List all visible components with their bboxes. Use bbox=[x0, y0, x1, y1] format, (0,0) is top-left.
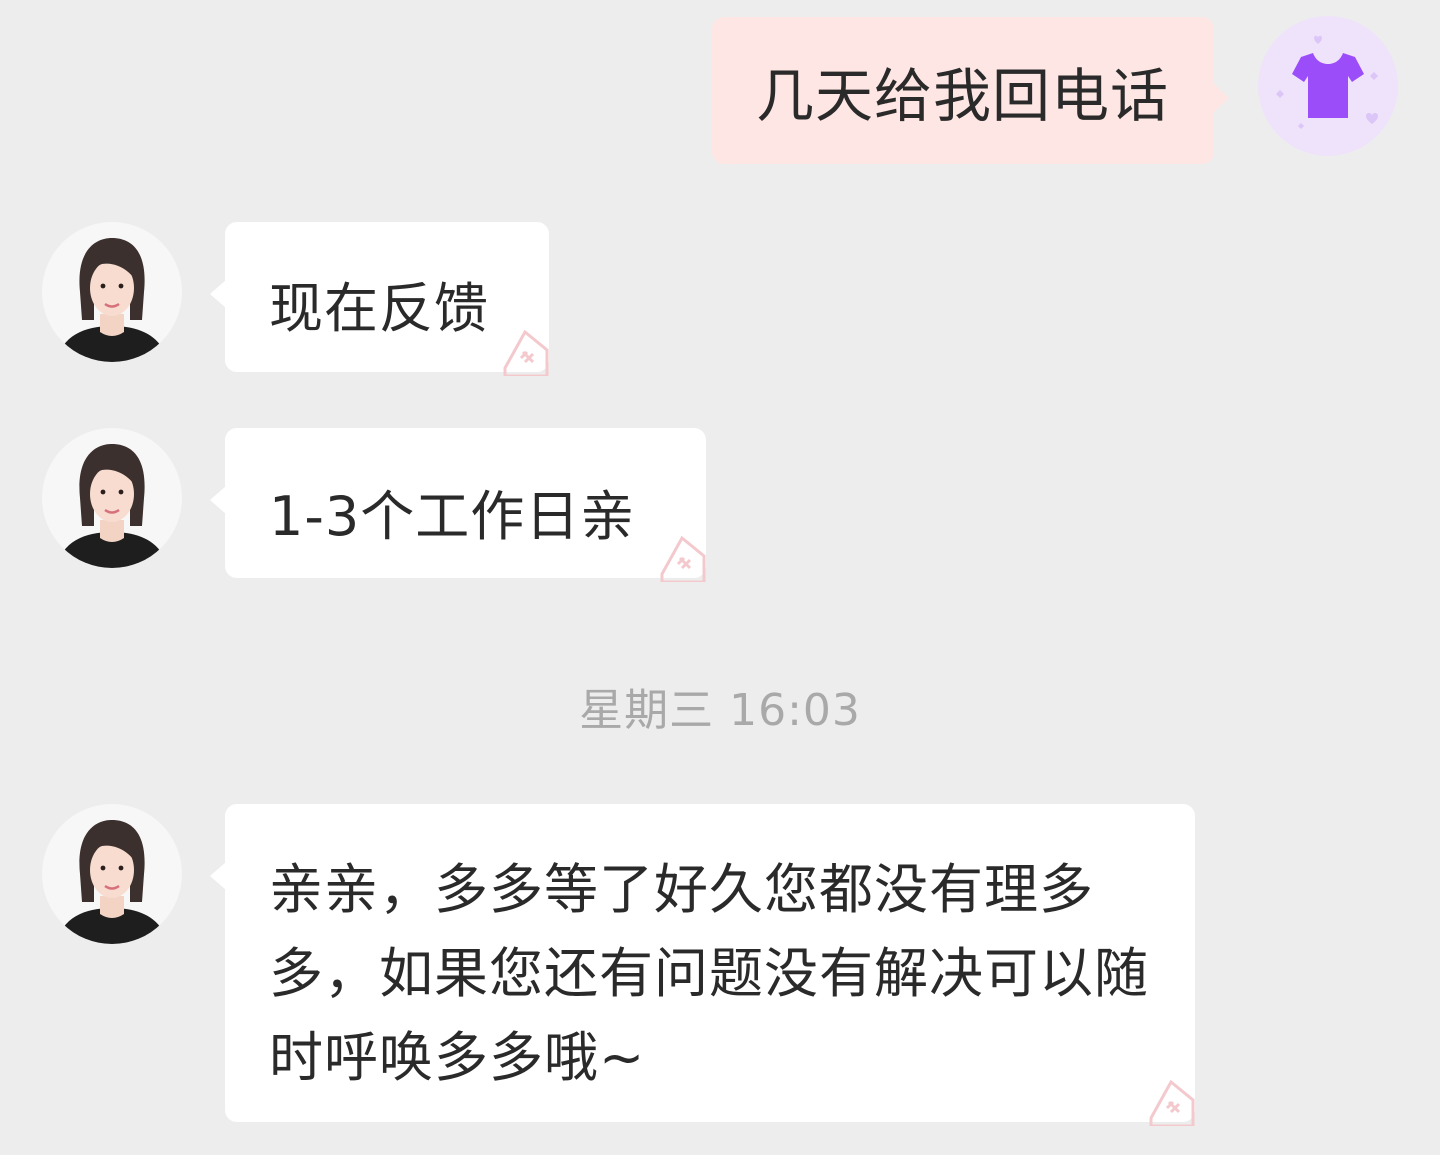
agent-avatar[interactable] bbox=[42, 804, 182, 944]
heart-stamp-icon bbox=[1149, 1079, 1195, 1126]
outgoing-message-bubble[interactable]: 几天给我回电话 bbox=[712, 17, 1229, 164]
agent-avatar-image bbox=[56, 238, 168, 362]
heart-stamp-icon bbox=[660, 535, 706, 582]
message-text: 现在反馈 bbox=[269, 277, 489, 340]
incoming-message-bubble[interactable]: 1-3个工作日亲 bbox=[210, 428, 706, 582]
message-text: 1-3个工作日亲 bbox=[269, 485, 636, 548]
bubble-tail bbox=[210, 862, 226, 890]
tshirt-icon bbox=[1276, 35, 1378, 129]
bubble-tail bbox=[210, 280, 226, 308]
heart-stamp-icon bbox=[503, 329, 549, 376]
message-timestamp: 星期三 16:03 bbox=[579, 685, 861, 736]
bubble-tail bbox=[210, 486, 226, 514]
bubble-tail bbox=[1213, 83, 1229, 113]
message-text: 几天给我回电话 bbox=[756, 61, 1170, 130]
message-text: 亲亲，多多等了好久您都没有理多多，如果您还有问题没有解决可以随时呼唤多多哦~ bbox=[269, 858, 1149, 1089]
agent-avatar[interactable] bbox=[42, 428, 182, 568]
incoming-message-bubble[interactable]: 现在反馈 bbox=[210, 222, 549, 376]
agent-avatar-image bbox=[56, 444, 168, 568]
agent-avatar-image bbox=[56, 820, 168, 944]
my-avatar[interactable] bbox=[1258, 16, 1398, 156]
agent-avatar[interactable] bbox=[42, 222, 182, 362]
incoming-message-bubble[interactable]: 亲亲，多多等了好久您都没有理多多，如果您还有问题没有解决可以随时呼唤多多哦~ bbox=[210, 804, 1195, 1126]
